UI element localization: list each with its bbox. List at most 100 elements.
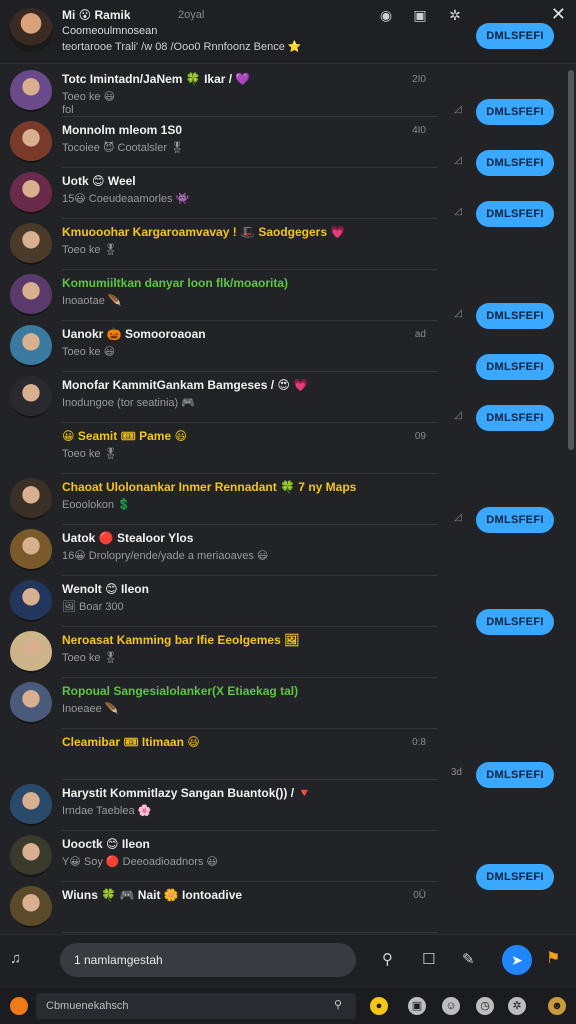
emoji-icon[interactable]: ☺ [442,997,460,1015]
row-divider [62,932,438,933]
message-row[interactable]: Chaoat Ulolonankar Inmer Rennadant 🍀 7 n… [0,474,566,533]
search-input[interactable]: Cbmuenekahsch [36,993,356,1019]
avatar[interactable] [10,886,52,928]
message-title: Neroasat Kamming bar Ifie Eeolgemes 🖼 [62,633,300,647]
message-meta: 0:8 [412,737,426,748]
avatar[interactable] [10,70,52,112]
header-name: Mi 😮 Ramik [62,8,131,22]
coin-icon[interactable]: ● [370,997,388,1015]
message-row[interactable]: Komumiiltkan danyar loon flk/moaorita) In… [0,270,566,329]
header-subtitle: Coomeoulmnosean [62,25,158,37]
search-icon[interactable]: ⚲ [334,998,342,1011]
avatar[interactable] [10,274,52,316]
gear-icon[interactable]: ✲ [446,6,464,24]
avatar[interactable] [10,478,52,520]
image-icon[interactable]: ▣ [411,6,429,24]
message-subtitle: Toeo ke 🎖 [62,448,118,460]
message-meta: ad [414,329,426,340]
message-row[interactable]: Monnolm mleom 1S0 Tocoiee 😈 Cootalsler 🎖 4… [0,117,566,176]
message-list: Totc Imintadn/JaNem 🍀 Ikar / 💜 Toeo ke 😃 2… [0,64,566,934]
message-row[interactable]: Uotk 😊 Weel 15😃 Coeudeaamorles 👾 ◿ DMLSFEFI [0,168,566,227]
message-row[interactable]: Neroasat Kamming bar Ifie Eeolgemes 🖼 Toe… [0,627,566,677]
message-input[interactable]: 1 namlamgestah [60,943,356,977]
compose-bar: ♫ 1 namlamgestah ⚲ ☐ ✎ ➤ ⚑ [0,934,576,984]
profile-icon[interactable]: ☻ [548,997,566,1015]
avatar[interactable] [10,223,52,265]
message-row[interactable]: Monofar KammitGankam Bamgeses / 😍 💗 Inodu… [0,372,566,431]
message-title: Komumiiltkan danyar loon flk/moaorita) [62,276,289,290]
mic-icon[interactable]: ♫ [10,950,21,967]
message-row[interactable]: Uatok 🔴 Stealoor Ylos 16😀 Drolopry/ende/y… [0,525,566,575]
chat-app: Mi 😮 Ramik 2oyal Coomeoulmnosean teortar… [0,0,576,1024]
message-mark: ◿ [454,308,462,319]
message-subtitle: 16😀 Drolopry/ende/yade a meriaoaves 😃 [62,550,269,562]
avatar[interactable] [10,172,52,214]
header-avatar[interactable] [9,8,53,52]
message-title: Monofar KammitGankam Bamgeses / 😍 💗 [62,378,309,392]
message-row[interactable]: 😀 Seamit 🎟 Pame 😃 Toeo ke 🎖 09 [0,423,566,473]
settings-icon[interactable]: ✲ [508,997,526,1015]
message-title: Ropoual Sangesialolanker(X Etiaekag tal) [62,684,299,698]
avatar[interactable] [10,580,52,622]
message-row[interactable]: Wenolt 😊 Ileon 🖼 Boar 300 DMLSFEFI [0,576,566,635]
avatar[interactable] [10,529,52,571]
message-subtitle: Inodungoe (tor seatinia) 🎮 [62,397,195,409]
avatar[interactable] [10,121,52,163]
avatar[interactable] [10,325,52,367]
message-subtitle: Irndae Taeblea 🌸 [62,805,152,817]
message-subtitle: Toeo ke 🎖 [62,244,118,256]
scrollbar[interactable] [568,70,574,450]
message-row[interactable]: Uooctk 😊 Ileon Y😀 Soy 🔴 Deeoadioadnors 😃 D… [0,831,566,890]
flag-icon[interactable]: ⚑ [546,948,560,968]
message-subtitle: Toeo ke 😃 [62,91,116,103]
message-subtitle: Inoaotae 🪶 [62,295,122,307]
avatar[interactable] [10,376,52,418]
message-title: Cleamibar 🎟 Itimaan 😃 [62,735,200,749]
message-subtitle: 🖼 Boar 300 [62,601,124,613]
message-title: Wenolt 😊 Ileon [62,582,149,596]
avatar[interactable] [10,784,52,826]
message-meta: 4I0 [412,125,426,136]
message-mark: ◿ [454,104,462,115]
message-meta: 0Ü [413,890,426,901]
close-icon[interactable]: ✕ [551,4,566,25]
message-subtitle: Toeo ke 😃 [62,346,116,358]
message-title: Uooctk 😊 Ileon [62,837,150,851]
message-title: Kmuooohar Kargaroamvavay ! 🎩 Saodgegers … [62,225,346,239]
message-row[interactable]: Ropoual Sangesialolanker(X Etiaekag tal)… [0,678,566,728]
message-title: Monnolm mleom 1S0 [62,123,183,137]
message-mark: ◿ [454,512,462,523]
header-action-button[interactable]: DMLSFEFI [476,23,554,49]
message-title: 😀 Seamit 🎟 Pame 😃 [62,429,187,443]
avatar[interactable] [10,682,52,724]
message-subtitle: Eooolokon 💲 [62,499,131,511]
message-subtitle: Tocoiee 😈 Cootalsler 🎖 [62,142,185,154]
app-logo-icon[interactable] [10,997,28,1015]
clock-icon[interactable]: ◷ [476,997,494,1015]
message-row[interactable]: Harystit Kommitlazy Sangan Buantok()) / … [0,780,566,830]
message-meta: 09 [414,431,426,442]
message-row[interactable]: Totc Imintadn/JaNem 🍀 Ikar / 💜 Toeo ke 😃 2… [0,66,566,125]
message-row[interactable]: Wiuns 🍀 🎮 Nait 🌼 Iontoadive 0Ü [0,882,566,932]
attach-icon[interactable]: ⚲ [382,950,393,968]
message-mark: 3d [450,767,462,778]
message-mark: ◿ [454,206,462,217]
bottom-bar: Cbmuenekahsch ⚲ ● ▣ ☺ ◷ ✲ ☻ [0,988,576,1024]
pin-icon[interactable]: ✎ [462,950,475,968]
note-icon[interactable]: ☐ [422,950,435,968]
message-mark: ◿ [454,155,462,166]
message-title: Totc Imintadn/JaNem 🍀 Ikar / 💜 [62,72,251,86]
message-title: Uanokr 🎃 Somooroaoan [62,327,206,341]
send-icon[interactable]: ➤ [502,945,532,975]
avatar[interactable] [10,631,52,673]
message-title: Uotk 😊 Weel [62,174,136,188]
message-subtitle: Y😀 Soy 🔴 Deeoadioadnors 😃 [62,856,218,868]
message-subtitle: Inoeaee 🪶 [62,703,119,715]
message-row[interactable]: Kmuooohar Kargaroamvavay ! 🎩 Saodgegers … [0,219,566,269]
avatar[interactable] [10,835,52,877]
message-row[interactable]: Cleamibar 🎟 Itimaan 😃 0:8 3d DMLSFEFI [0,729,566,788]
message-row[interactable]: Uanokr 🎃 Somooroaoan Toeo ke 😃 ad DMLSFEFI [0,321,566,380]
globe-icon[interactable]: ◉ [377,6,395,24]
gallery-icon[interactable]: ▣ [408,997,426,1015]
header-time: 2oyal [178,9,205,21]
